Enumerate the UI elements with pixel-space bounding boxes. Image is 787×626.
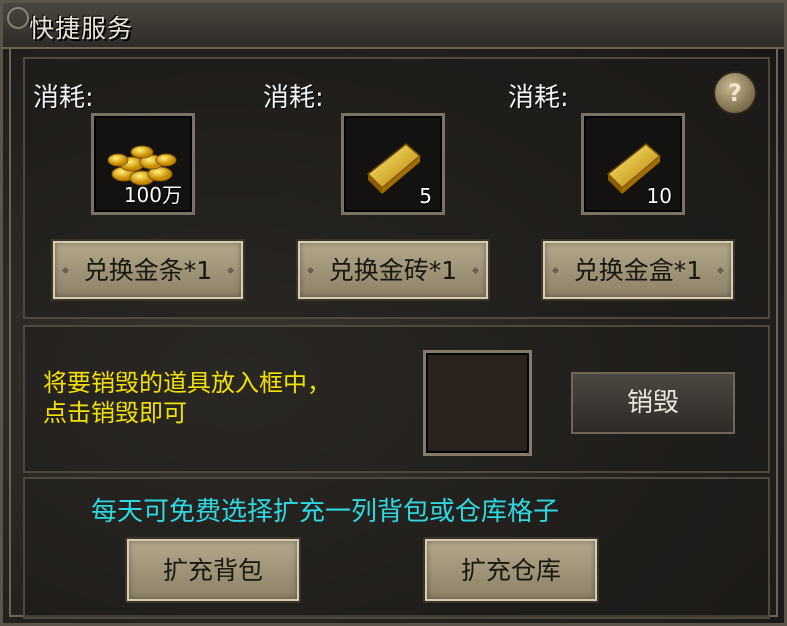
cost-label: 消耗: (33, 83, 94, 113)
button-ornament-right (226, 266, 235, 275)
destroy-drop-slot[interactable] (423, 350, 532, 456)
button-ornament-left (61, 266, 70, 275)
title-bar: 快捷服务 (3, 3, 784, 49)
button-ornament-right (716, 266, 725, 275)
window-title: 快捷服务 (29, 14, 134, 43)
item-slot-gold-coins[interactable]: 100万 (91, 113, 195, 215)
exchange-gold-box-button[interactable]: 兑换金盒*1 (543, 241, 733, 299)
destroy-instruction: 将要销毁的道具放入框中， 点击销毁即可 (43, 369, 331, 427)
button-ornament-left (551, 266, 560, 275)
button-ornament-right (471, 266, 480, 275)
item-slot-gold-bar[interactable]: 10 (581, 113, 685, 215)
item-quantity: 5 (419, 184, 432, 208)
expand-warehouse-button[interactable]: 扩充仓库 (425, 539, 597, 601)
button-ornament-left (306, 266, 315, 275)
item-slot-gold-bar[interactable]: 5 (341, 113, 445, 215)
item-quantity: 100万 (123, 183, 182, 207)
cost-label: 消耗: (263, 83, 324, 113)
quick-service-window: 快捷服务 ? 消耗: 100万 兑换金条*1 消耗: 5 兑换金砖*1 消耗: … (0, 0, 787, 626)
exchange-gold-brick-button[interactable]: 兑换金砖*1 (298, 241, 488, 299)
item-quantity: 10 (646, 184, 672, 208)
destroy-button[interactable]: 销毁 (571, 372, 735, 434)
window-ornament-icon (7, 7, 29, 29)
cost-label: 消耗: (508, 83, 569, 113)
expand-info: 每天可免费选择扩充一列背包或仓库格子 (91, 497, 560, 527)
help-button[interactable]: ? (713, 71, 757, 115)
button-label: 兑换金砖*1 (328, 256, 458, 285)
exchange-gold-bar-button[interactable]: 兑换金条*1 (53, 241, 243, 299)
expand-bag-button[interactable]: 扩充背包 (127, 539, 299, 601)
button-label: 兑换金条*1 (83, 256, 213, 285)
button-label: 兑换金盒*1 (573, 256, 703, 285)
